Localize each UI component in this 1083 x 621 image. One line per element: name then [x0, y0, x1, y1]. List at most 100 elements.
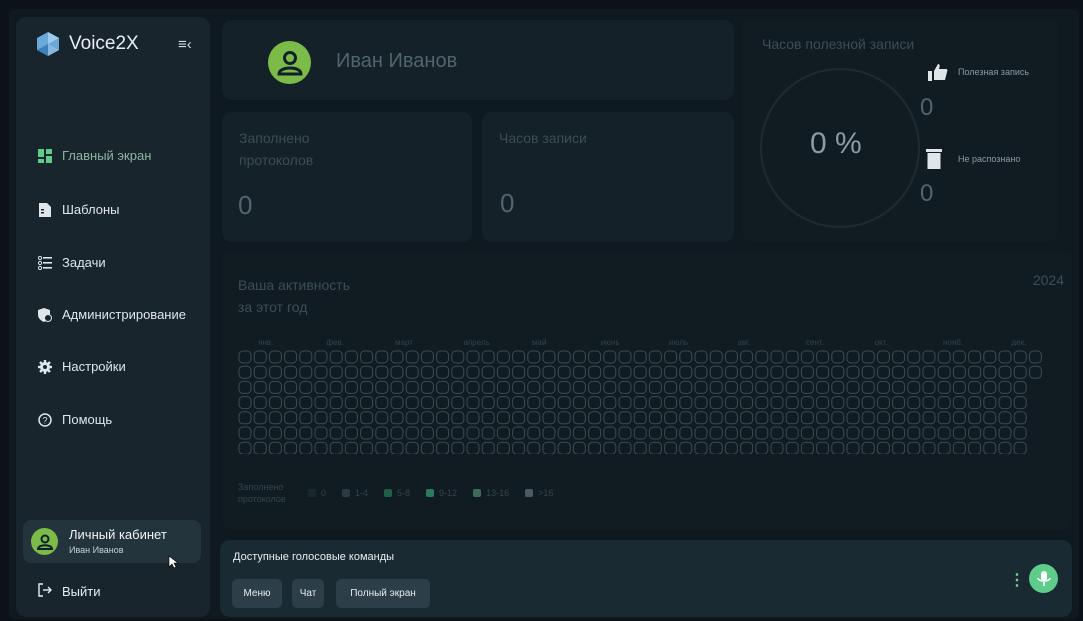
day-cell: [375, 365, 389, 379]
day-cell: [603, 411, 617, 425]
day-cell: [755, 396, 769, 410]
svg-text:?: ?: [42, 415, 47, 425]
day-cell: [846, 411, 860, 425]
legend-item: 5-8: [384, 488, 410, 498]
legend-label: 13-16: [486, 488, 510, 498]
day-cell: [785, 350, 799, 364]
microphone-icon: [1036, 570, 1051, 586]
day-cell: [436, 411, 450, 425]
day-cell: [420, 396, 434, 410]
day-cell: [709, 365, 723, 379]
sidebar-item-help[interactable]: ? Помощь: [38, 412, 112, 427]
day-cell: [572, 411, 586, 425]
day-cell: [633, 426, 647, 440]
day-cell: [451, 350, 465, 364]
day-cell: [542, 350, 556, 364]
thumbs-up-icon: [928, 63, 948, 86]
command-menu-button[interactable]: Меню: [232, 579, 282, 608]
sidebar-item-admin[interactable]: Администрирование: [38, 307, 186, 322]
sidebar-item-main[interactable]: Главный экран: [38, 148, 151, 163]
activity-title-line2: за этот год: [238, 299, 308, 315]
day-cell: [542, 411, 556, 425]
day-cell: [709, 380, 723, 394]
day-cell: [299, 365, 313, 379]
day-cell: [922, 365, 936, 379]
day-cell: [268, 396, 282, 410]
sidebar-item-templates[interactable]: Шаблоны: [38, 202, 120, 217]
day-cell: [952, 380, 966, 394]
day-cell: [755, 380, 769, 394]
day-cell: [329, 396, 343, 410]
day-cell: [329, 411, 343, 425]
day-cell: [831, 441, 845, 454]
day-cell: [360, 426, 374, 440]
command-fullscreen-button[interactable]: Полный экран: [336, 579, 430, 608]
day-cell: [603, 426, 617, 440]
day-cell: [983, 441, 997, 454]
day-cell: [618, 365, 632, 379]
day-cell: [603, 441, 617, 454]
day-cell: [557, 350, 571, 364]
logout-button[interactable]: Выйти: [38, 583, 101, 600]
unrecognized-value: 0: [920, 180, 934, 207]
day-cell: [557, 426, 571, 440]
logout-label: Выйти: [62, 584, 101, 599]
sidebar: Voice2X ≡‹ Главный экран Шаблоны Задачи …: [16, 17, 210, 617]
day-cell: [1013, 380, 1027, 394]
day-cell: [618, 441, 632, 454]
dashboard-icon: [38, 148, 52, 163]
day-cell: [527, 441, 541, 454]
day-cell: [968, 411, 982, 425]
day-cell: [755, 441, 769, 454]
day-cell: [861, 365, 875, 379]
day-cell: [907, 426, 921, 440]
day-cell: [922, 411, 936, 425]
day-cell: [390, 411, 404, 425]
day-cell: [481, 426, 495, 440]
sidebar-item-settings[interactable]: Настройки: [38, 359, 126, 374]
microphone-button[interactable]: [1029, 564, 1058, 593]
day-cell: [892, 365, 906, 379]
day-cell: [496, 365, 510, 379]
sidebar-item-tasks[interactable]: Задачи: [38, 255, 106, 270]
day-cell: [557, 396, 571, 410]
day-cell: [892, 380, 906, 394]
day-cell: [299, 350, 313, 364]
day-cell: [360, 411, 374, 425]
day-cell: [770, 380, 784, 394]
day-cell: [527, 365, 541, 379]
day-cell: [512, 350, 526, 364]
day-cell: [876, 396, 890, 410]
protocols-card: Заполнено протоколов 0: [222, 112, 472, 242]
unrecognized-label: Не распознано: [958, 154, 1021, 164]
more-options-icon[interactable]: ⋮: [1009, 570, 1025, 590]
account-name: Иван Иванов: [69, 545, 124, 555]
collapse-sidebar-icon[interactable]: ≡‹: [178, 36, 192, 53]
day-cell: [740, 426, 754, 440]
day-cell: [679, 380, 693, 394]
sidebar-item-label: Администрирование: [62, 307, 186, 322]
day-cell: [724, 441, 738, 454]
day-cell: [375, 411, 389, 425]
day-cell: [466, 396, 480, 410]
day-cell: [998, 396, 1012, 410]
day-cell: [512, 396, 526, 410]
command-chat-button[interactable]: Чат: [292, 579, 324, 608]
day-cell: [299, 426, 313, 440]
day-cell: [512, 441, 526, 454]
day-cell: [648, 426, 662, 440]
sidebar-item-label: Главный экран: [62, 148, 152, 163]
day-cell: [876, 380, 890, 394]
month-label: авг.: [737, 338, 751, 347]
day-cell: [238, 396, 252, 410]
day-cell: [831, 411, 845, 425]
day-cell: [800, 396, 814, 410]
day-cell: [527, 350, 541, 364]
day-cell: [618, 396, 632, 410]
day-cell: [831, 350, 845, 364]
day-cell: [846, 365, 860, 379]
month-labels: янв. фев. март апрель май июнь июль авг. сент. ок…: [238, 338, 1048, 350]
month-label: май: [532, 338, 547, 347]
day-cell: [588, 441, 602, 454]
day-cell: [436, 365, 450, 379]
